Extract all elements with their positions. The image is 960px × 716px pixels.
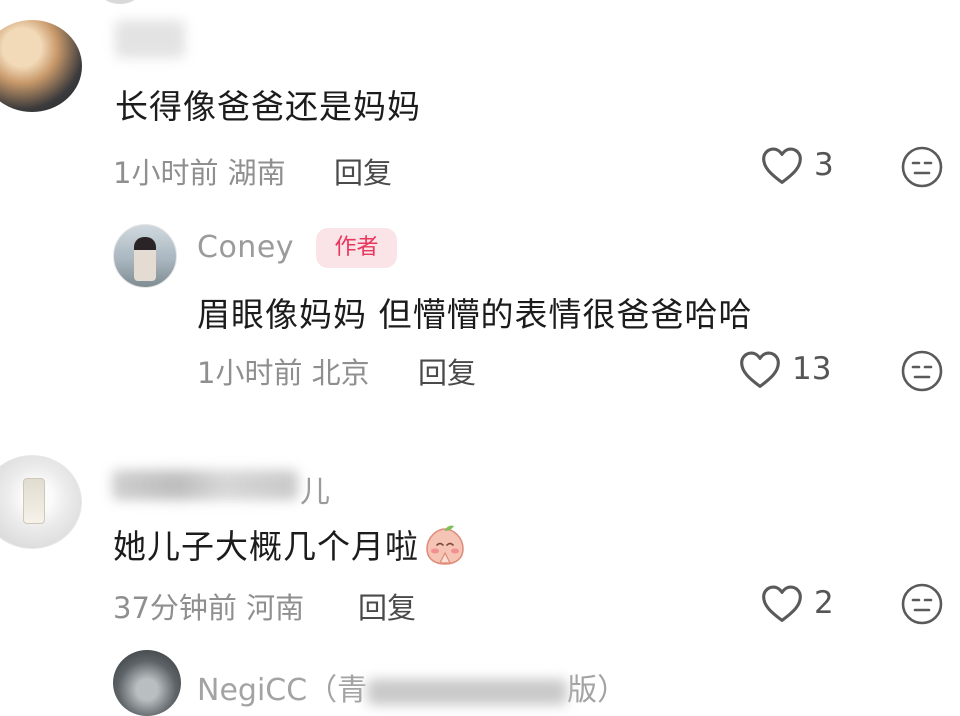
like-count: 2 <box>814 585 834 621</box>
comment-text: 长得像爸爸还是妈妈 <box>115 87 421 126</box>
comment-text: 她儿子大概几个月啦 <box>113 520 467 571</box>
avatar[interactable] <box>113 224 177 288</box>
username-blurred <box>367 678 568 705</box>
heart-outline-icon <box>762 585 802 622</box>
neutral-face-icon[interactable] <box>900 349 944 393</box>
avatar[interactable] <box>0 20 82 112</box>
avatar[interactable] <box>100 0 140 4</box>
avatar[interactable] <box>113 650 181 716</box>
avatar-figure <box>23 478 45 524</box>
avatar-figure <box>134 237 156 281</box>
comment-meta: 37分钟前 河南 <box>113 591 305 625</box>
comment-text: 眉眼像妈妈 但懵懵的表情很爸爸哈哈 <box>197 295 753 334</box>
reply-button[interactable]: 回复 <box>358 585 416 627</box>
avatar[interactable] <box>0 455 82 549</box>
username-blurred[interactable] <box>112 470 298 500</box>
like-button[interactable]: 3 <box>760 144 834 186</box>
like-count: 3 <box>814 147 834 183</box>
peach-praying-emoji <box>426 525 464 565</box>
like-button[interactable]: 13 <box>738 348 831 390</box>
heart-outline-icon <box>762 147 802 184</box>
comment-meta: 1小时前 湖南 <box>113 156 286 190</box>
heart-outline-icon <box>740 351 780 388</box>
username-blurred[interactable] <box>115 20 185 58</box>
neutral-face-icon[interactable] <box>900 582 944 626</box>
neutral-face-icon[interactable] <box>900 145 944 189</box>
reply-button[interactable]: 回复 <box>418 350 476 392</box>
reply-button[interactable]: 回复 <box>334 150 392 192</box>
username[interactable]: Coney <box>197 230 294 265</box>
comment-meta: 1小时前 北京 <box>197 356 370 390</box>
username[interactable]: NegiCC（青 版） <box>197 665 627 709</box>
username-visible: NegiCC（青 <box>197 673 368 708</box>
like-count: 13 <box>792 351 832 387</box>
author-badge: 作者 <box>316 228 397 268</box>
like-button[interactable]: 2 <box>760 582 834 624</box>
comment-text-content: 她儿子大概几个月啦 <box>113 527 419 566</box>
username-tail[interactable]: 儿 <box>300 467 330 511</box>
username-tail: 版） <box>567 673 628 708</box>
